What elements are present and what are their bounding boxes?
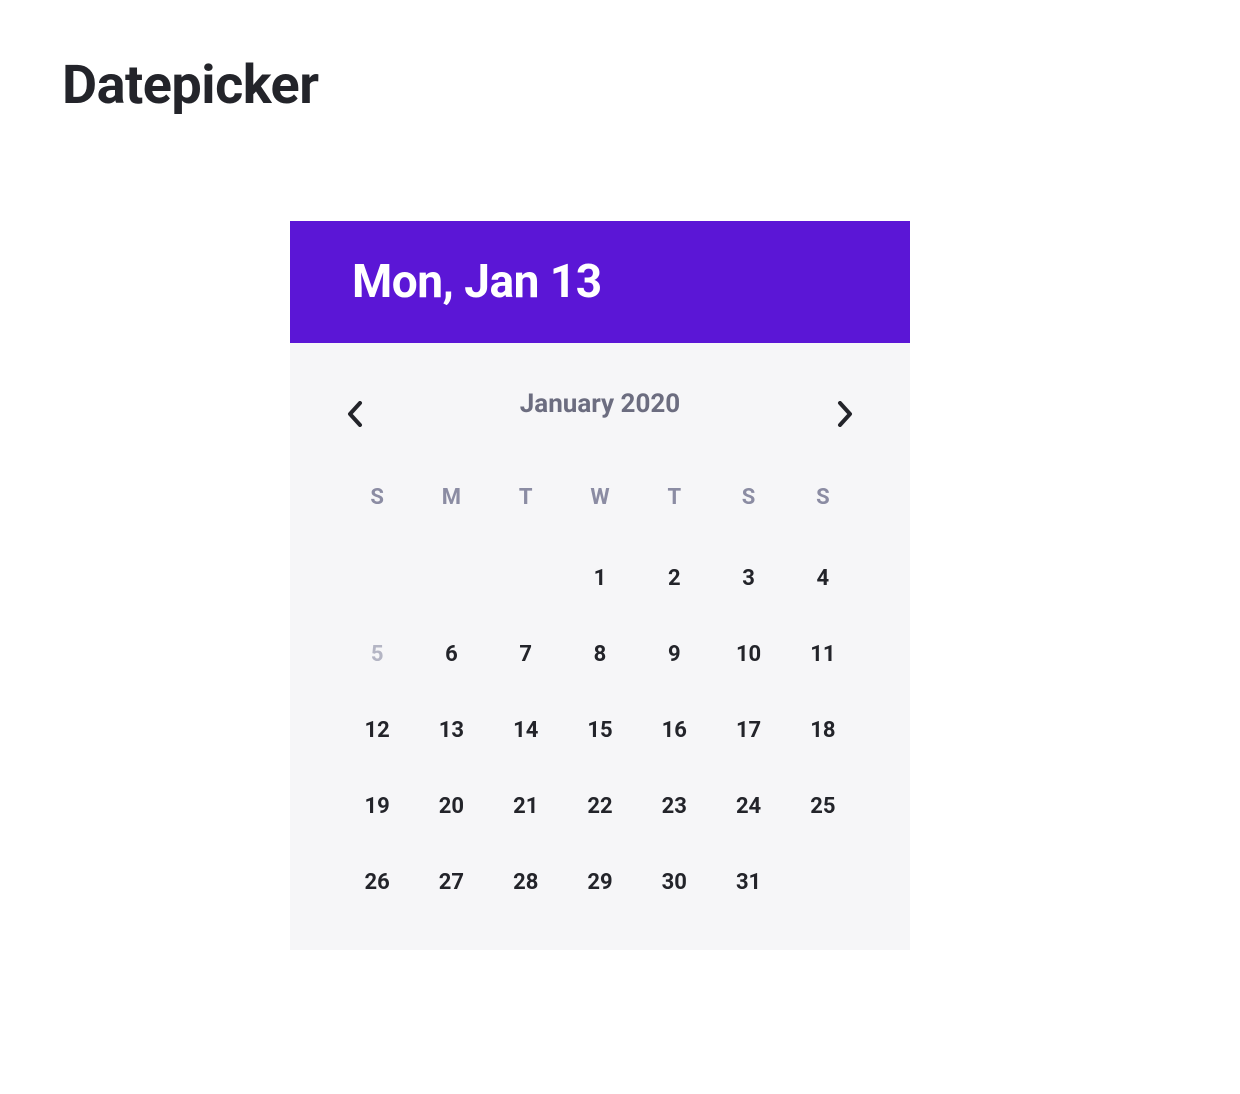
day-cell[interactable]: 24 xyxy=(711,768,785,844)
day-cell[interactable]: 21 xyxy=(489,768,563,844)
day-cell[interactable]: 5 xyxy=(340,616,414,692)
next-month-button[interactable] xyxy=(830,399,860,429)
current-month-label: January 2020 xyxy=(370,389,830,419)
day-cell[interactable]: 2 xyxy=(637,540,711,616)
day-cell[interactable]: 13 xyxy=(414,692,488,768)
prev-month-button[interactable] xyxy=(340,399,370,429)
day-cell[interactable]: 29 xyxy=(563,844,637,920)
day-cell[interactable]: 25 xyxy=(786,768,860,844)
dow-header: S xyxy=(711,473,785,540)
day-cell[interactable]: 12 xyxy=(340,692,414,768)
calendar-grid: SMTWTSS123456789101112131415161718192021… xyxy=(340,473,860,920)
day-cell[interactable]: 4 xyxy=(786,540,860,616)
day-cell[interactable]: 26 xyxy=(340,844,414,920)
day-cell-empty xyxy=(414,540,488,616)
day-cell[interactable]: 16 xyxy=(637,692,711,768)
day-cell-empty xyxy=(489,540,563,616)
day-cell[interactable]: 28 xyxy=(489,844,563,920)
day-cell[interactable]: 7 xyxy=(489,616,563,692)
dow-header: S xyxy=(786,473,860,540)
day-cell[interactable]: 6 xyxy=(414,616,488,692)
selected-date-label: Mon, Jan 13 xyxy=(352,255,910,309)
day-cell[interactable]: 11 xyxy=(786,616,860,692)
datepicker-header: Mon, Jan 13 xyxy=(290,221,910,343)
dow-header: S xyxy=(340,473,414,540)
chevron-left-icon xyxy=(347,401,363,427)
day-cell[interactable]: 9 xyxy=(637,616,711,692)
month-nav: January 2020 xyxy=(340,393,860,429)
dow-header: T xyxy=(489,473,563,540)
day-cell[interactable]: 14 xyxy=(489,692,563,768)
dow-header: T xyxy=(637,473,711,540)
day-cell[interactable]: 8 xyxy=(563,616,637,692)
day-cell[interactable]: 23 xyxy=(637,768,711,844)
day-cell[interactable]: 22 xyxy=(563,768,637,844)
day-cell[interactable]: 17 xyxy=(711,692,785,768)
dow-header: W xyxy=(563,473,637,540)
day-cell[interactable]: 3 xyxy=(711,540,785,616)
day-cell[interactable]: 20 xyxy=(414,768,488,844)
day-cell[interactable]: 31 xyxy=(711,844,785,920)
day-cell[interactable]: 27 xyxy=(414,844,488,920)
day-cell[interactable]: 15 xyxy=(563,692,637,768)
day-cell[interactable]: 10 xyxy=(711,616,785,692)
day-cell-empty xyxy=(340,540,414,616)
dow-header: M xyxy=(414,473,488,540)
chevron-right-icon xyxy=(837,401,853,427)
day-cell[interactable]: 19 xyxy=(340,768,414,844)
day-cell[interactable]: 1 xyxy=(563,540,637,616)
day-cell[interactable]: 18 xyxy=(786,692,860,768)
datepicker-body: January 2020 SMTWTSS12345678910111213141… xyxy=(290,343,910,950)
day-cell[interactable]: 30 xyxy=(637,844,711,920)
day-cell-empty xyxy=(786,844,860,920)
datepicker: Mon, Jan 13 January 2020 SMTWTSS123456 xyxy=(290,221,910,950)
page-title: Datepicker xyxy=(62,54,1240,117)
